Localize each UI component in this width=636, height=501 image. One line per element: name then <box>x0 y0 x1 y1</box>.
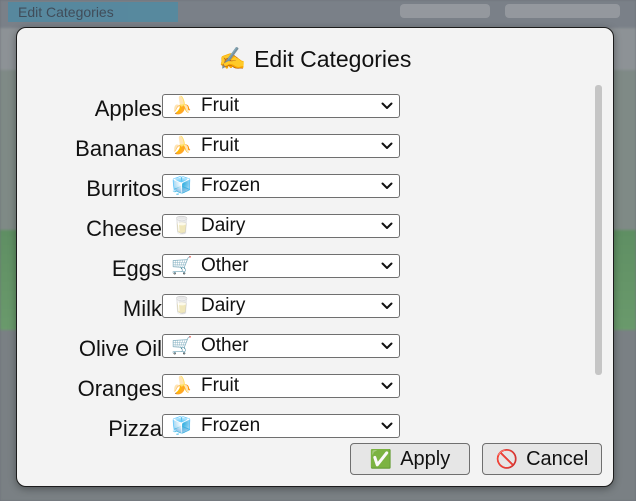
chevron-down-icon <box>381 142 393 149</box>
category-value: Frozen <box>201 415 261 436</box>
item-label: Burritos <box>86 176 162 201</box>
background-control <box>505 4 620 18</box>
category-row: Cheese 🥛 Dairy <box>17 210 417 250</box>
prohibited-icon: 🚫 <box>495 448 519 469</box>
category-row: Oranges 🍌 Fruit <box>17 370 417 410</box>
background-control <box>400 4 490 18</box>
dialog-title: Edit Categories <box>254 45 412 72</box>
cancel-button[interactable]: 🚫 Cancel <box>482 443 602 475</box>
category-value: Dairy <box>201 295 246 316</box>
category-select[interactable]: 🧊 Frozen <box>162 174 400 198</box>
category-row: Bananas 🍌 Fruit <box>17 130 417 170</box>
category-select[interactable]: 🛒 Other <box>162 334 400 358</box>
ice-cube-icon: 🧊 <box>171 176 193 195</box>
item-label: Cheese <box>86 216 162 241</box>
banana-icon: 🍌 <box>171 136 193 155</box>
dialog-header: ✍️ Edit Categories <box>17 42 613 76</box>
category-row: Burritos 🧊 Frozen <box>17 170 417 210</box>
item-label: Oranges <box>77 376 162 401</box>
category-value: Fruit <box>201 95 239 116</box>
writing-hand-icon: ✍️ <box>218 46 247 71</box>
chevron-down-icon <box>381 102 393 109</box>
item-label: Olive Oil <box>78 336 162 361</box>
milk-glass-icon: 🥛 <box>171 296 193 315</box>
ice-cube-icon: 🧊 <box>171 416 193 435</box>
category-select[interactable]: 🛒 Other <box>162 254 400 278</box>
category-row: Eggs 🛒 Other <box>17 250 417 290</box>
cancel-button-label: Cancel <box>526 447 589 470</box>
item-label: Milk <box>122 296 162 321</box>
background-window-title: Edit Categories <box>8 2 178 22</box>
chevron-down-icon <box>381 342 393 349</box>
category-select[interactable]: 🍌 Fruit <box>162 94 400 118</box>
category-select[interactable]: 🥛 Dairy <box>162 294 400 318</box>
category-row: Apples 🍌 Fruit <box>17 90 417 130</box>
item-label: Bananas <box>75 136 162 161</box>
category-value: Dairy <box>201 215 246 236</box>
category-value: Fruit <box>201 135 239 156</box>
edit-categories-dialog: ✍️ Edit Categories Apples 🍌 Fruit Bananas 🍌 F… <box>16 27 614 487</box>
milk-glass-icon: 🥛 <box>171 216 193 235</box>
item-label: Eggs <box>111 256 162 281</box>
chevron-down-icon <box>381 382 393 389</box>
item-label: Apples <box>94 96 162 121</box>
banana-icon: 🍌 <box>171 96 193 115</box>
chevron-down-icon <box>381 182 393 189</box>
apply-button-label: Apply <box>400 447 451 470</box>
category-value: Fruit <box>201 375 239 396</box>
scrollbar[interactable] <box>595 85 602 375</box>
category-value: Other <box>201 255 249 276</box>
chevron-down-icon <box>381 222 393 229</box>
chevron-down-icon <box>381 262 393 269</box>
apply-button[interactable]: ✅ Apply <box>350 443 470 475</box>
category-value: Other <box>201 335 249 356</box>
item-label: Pizza <box>108 416 162 441</box>
shopping-cart-icon: 🛒 <box>171 256 193 275</box>
check-mark-icon: ✅ <box>369 448 393 469</box>
chevron-down-icon <box>381 422 393 429</box>
chevron-down-icon <box>381 302 393 309</box>
category-select[interactable]: 🥛 Dairy <box>162 214 400 238</box>
category-select[interactable]: 🍌 Fruit <box>162 134 400 158</box>
banana-icon: 🍌 <box>171 376 193 395</box>
category-row: Milk 🥛 Dairy <box>17 290 417 330</box>
category-row: Olive Oil 🛒 Other <box>17 330 417 370</box>
category-value: Frozen <box>201 175 261 196</box>
category-select[interactable]: 🧊 Frozen <box>162 414 400 438</box>
shopping-cart-icon: 🛒 <box>171 336 193 355</box>
category-select[interactable]: 🍌 Fruit <box>162 374 400 398</box>
